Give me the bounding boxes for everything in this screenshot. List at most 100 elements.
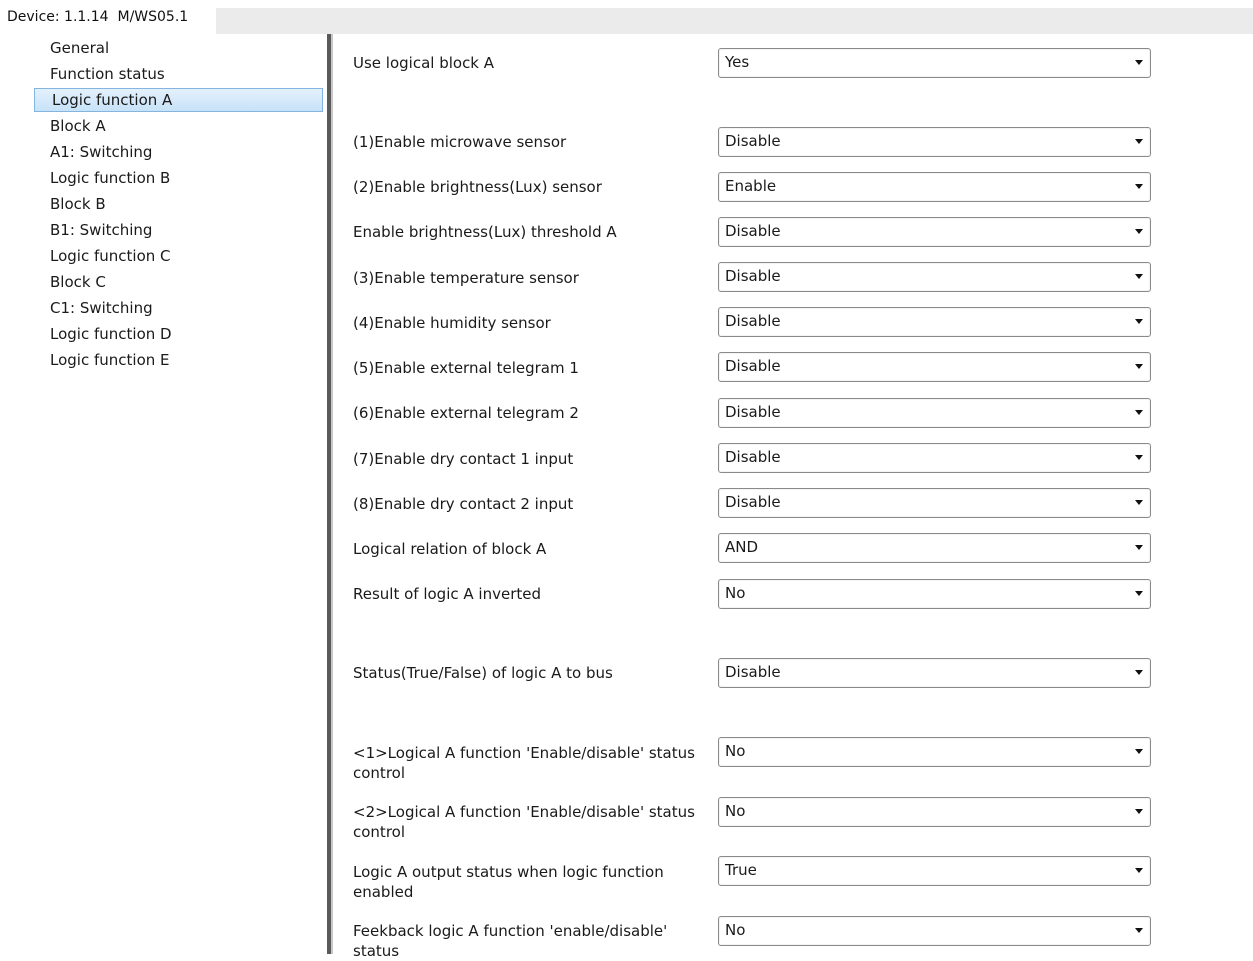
chevron-down-icon	[1135, 868, 1143, 873]
status-to-bus-select[interactable]: Disable	[718, 658, 1151, 688]
chevron-down-icon	[1135, 749, 1143, 754]
sidebar-item-label: Function status	[50, 65, 165, 83]
param-label-external-telegram-2: (6)Enable external telegram 2	[353, 404, 579, 422]
use-logical-block-a-select[interactable]: Yes	[718, 48, 1151, 78]
sidebar: General Function status Logic function A…	[8, 34, 329, 954]
sidebar-item-label: B1: Switching	[50, 221, 153, 239]
chevron-down-icon	[1135, 809, 1143, 814]
sidebar-item-label: A1: Switching	[50, 143, 153, 161]
temperature-sensor-select[interactable]: Disable	[718, 262, 1151, 292]
logical-relation-select[interactable]: AND	[718, 533, 1151, 563]
param-label-external-telegram-1: (5)Enable external telegram 1	[353, 359, 579, 377]
select-value: Disable	[725, 132, 781, 150]
humidity-sensor-select[interactable]: Disable	[718, 307, 1151, 337]
device-model: M/WS05.1	[117, 9, 189, 25]
sidebar-item-label: Block A	[50, 117, 106, 135]
sidebar-item-general[interactable]: General	[34, 36, 324, 60]
chevron-down-icon	[1135, 60, 1143, 65]
sidebar-item-b1-switching[interactable]: B1: Switching	[34, 218, 324, 242]
select-value: Disable	[725, 448, 781, 466]
param-label-feedback-status: Feekback logic A function 'enable/disabl…	[353, 922, 668, 960]
microwave-sensor-select[interactable]: Disable	[718, 127, 1151, 157]
select-value: No	[725, 921, 746, 939]
select-value: Disable	[725, 357, 781, 375]
param-label-humidity-sensor: (4)Enable humidity sensor	[353, 314, 551, 332]
select-value: Disable	[725, 312, 781, 330]
sidebar-item-label: Logic function D	[50, 325, 172, 343]
chevron-down-icon	[1135, 591, 1143, 596]
chevron-down-icon	[1135, 139, 1143, 144]
param-label-dry-contact-2: (8)Enable dry contact 2 input	[353, 495, 574, 513]
sidebar-item-logic-function-c[interactable]: Logic function C	[34, 244, 324, 268]
external-telegram-1-select[interactable]: Disable	[718, 352, 1151, 382]
select-value: Disable	[725, 403, 781, 421]
param-label-microwave-sensor: (1)Enable microwave sensor	[353, 133, 567, 151]
sidebar-item-label: C1: Switching	[50, 299, 153, 317]
sidebar-item-function-status[interactable]: Function status	[34, 62, 324, 86]
select-value: Disable	[725, 493, 781, 511]
dry-contact-2-select[interactable]: Disable	[718, 488, 1151, 518]
chevron-down-icon	[1135, 364, 1143, 369]
select-value: Disable	[725, 663, 781, 681]
sidebar-item-block-b[interactable]: Block B	[34, 192, 324, 216]
parameter-panel: Use logical block A Yes (1)Enable microw…	[333, 34, 1253, 960]
sidebar-item-label: Logic function C	[50, 247, 171, 265]
param-label-brightness-threshold-a: Enable brightness(Lux) threshold A	[353, 223, 617, 241]
chevron-down-icon	[1135, 410, 1143, 415]
sidebar-item-logic-function-b[interactable]: Logic function B	[34, 166, 324, 190]
chevron-down-icon	[1135, 274, 1143, 279]
brightness-sensor-select[interactable]: Enable	[718, 172, 1151, 202]
sidebar-item-label: Block C	[50, 273, 106, 291]
chevron-down-icon	[1135, 928, 1143, 933]
param-label-status-to-bus: Status(True/False) of logic A to bus	[353, 664, 613, 682]
chevron-down-icon	[1135, 319, 1143, 324]
title-bar-shade	[216, 8, 1253, 34]
sidebar-item-logic-function-e[interactable]: Logic function E	[34, 348, 324, 372]
param-label-temperature-sensor: (3)Enable temperature sensor	[353, 269, 579, 287]
sidebar-item-block-a[interactable]: Block A	[34, 114, 324, 138]
sidebar-item-label: General	[50, 39, 110, 57]
chevron-down-icon	[1135, 184, 1143, 189]
feedback-status-select[interactable]: No	[718, 916, 1151, 946]
param-label-dry-contact-1: (7)Enable dry contact 1 input	[353, 450, 574, 468]
param-label-brightness-sensor: (2)Enable brightness(Lux) sensor	[353, 178, 602, 196]
chevron-down-icon	[1135, 229, 1143, 234]
chevron-down-icon	[1135, 670, 1143, 675]
select-value: No	[725, 802, 746, 820]
sidebar-item-label: Logic function B	[50, 169, 171, 187]
sidebar-item-logic-function-a[interactable]: Logic function A	[34, 88, 323, 112]
param-label-output-status-enabled: Logic A output status when logic functio…	[353, 863, 664, 901]
chevron-down-icon	[1135, 545, 1143, 550]
param-label-status-control-2: <2>Logical A function 'Enable/disable' s…	[353, 803, 695, 841]
sidebar-item-label: Logic function E	[50, 351, 170, 369]
param-label-use-logical-block-a: Use logical block A	[353, 54, 495, 72]
device-label: Device: 1.1.14	[7, 9, 109, 25]
result-inverted-select[interactable]: No	[718, 579, 1151, 609]
output-status-enabled-select[interactable]: True	[718, 856, 1151, 886]
select-value: AND	[725, 538, 759, 556]
param-label-logical-relation: Logical relation of block A	[353, 540, 547, 558]
param-label-result-inverted: Result of logic A inverted	[353, 585, 541, 603]
select-value: True	[725, 861, 757, 879]
external-telegram-2-select[interactable]: Disable	[718, 398, 1151, 428]
dry-contact-1-select[interactable]: Disable	[718, 443, 1151, 473]
sidebar-item-label: Logic function A	[52, 91, 173, 109]
sidebar-item-a1-switching[interactable]: A1: Switching	[34, 140, 324, 164]
status-control-1-select[interactable]: No	[718, 737, 1151, 767]
sidebar-item-label: Block B	[50, 195, 106, 213]
select-value: No	[725, 742, 746, 760]
device-title: Device: 1.1.14 M/WS05.1	[7, 9, 188, 25]
select-value: Yes	[725, 53, 750, 71]
chevron-down-icon	[1135, 455, 1143, 460]
brightness-threshold-a-select[interactable]: Disable	[718, 217, 1151, 247]
select-value: Enable	[725, 177, 777, 195]
select-value: Disable	[725, 267, 781, 285]
sidebar-item-block-c[interactable]: Block C	[34, 270, 324, 294]
param-label-status-control-1: <1>Logical A function 'Enable/disable' s…	[353, 744, 695, 782]
select-value: No	[725, 584, 746, 602]
title-bar: Device: 1.1.14 M/WS05.1	[0, 0, 1253, 34]
sidebar-item-logic-function-d[interactable]: Logic function D	[34, 322, 324, 346]
status-control-2-select[interactable]: No	[718, 797, 1151, 827]
sidebar-item-c1-switching[interactable]: C1: Switching	[34, 296, 324, 320]
select-value: Disable	[725, 222, 781, 240]
